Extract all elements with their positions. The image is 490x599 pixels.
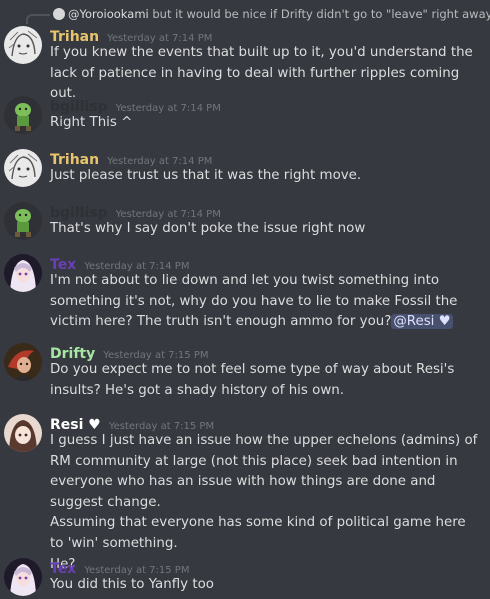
- message-line: Do you expect me to not feel some type o…: [50, 362, 455, 398]
- message-body: You did this to Yanfly too: [50, 575, 480, 596]
- sketch-face-avatar[interactable]: [4, 149, 42, 187]
- user-mention[interactable]: @Resi ♥: [391, 314, 453, 329]
- message-body: Just please trust us that it was the rig…: [50, 166, 480, 187]
- message-body: Right This ^: [50, 113, 480, 134]
- anime-girl-brown-hair-avatar[interactable]: [4, 414, 42, 452]
- message-body: I'm not about to lie down and let you tw…: [50, 271, 480, 333]
- chat-log: @Yoroiookami but it would be nice if Dri…: [0, 0, 490, 599]
- message-line: You did this to Yanfly too: [50, 577, 214, 592]
- message-line: That's why I say don't poke the issue ri…: [50, 221, 366, 236]
- message-body: That's why I say don't poke the issue ri…: [50, 219, 480, 240]
- message-line: Assuming that everyone has some kind of …: [50, 515, 466, 551]
- message-line: I'm not about to lie down and let you tw…: [50, 271, 480, 333]
- reply-body: but it would be nice if Drifty didn't go…: [148, 7, 490, 21]
- message-body: I guess I just have an issue how the upp…: [50, 431, 480, 576]
- reply-avatar: [53, 8, 65, 20]
- anime-girl-avatar[interactable]: [4, 254, 42, 292]
- reply-mention[interactable]: @Yoroiookami: [68, 7, 149, 21]
- reply-connector: [26, 14, 50, 24]
- green-goblin-avatar[interactable]: [4, 96, 42, 134]
- reply-text: @Yoroiookami but it would be nice if Dri…: [68, 7, 490, 21]
- message-line: I guess I just have an issue how the upp…: [50, 433, 478, 510]
- green-goblin-avatar[interactable]: [4, 202, 42, 240]
- red-character-avatar[interactable]: [4, 343, 42, 381]
- message-body: Do you expect me to not feel some type o…: [50, 360, 480, 401]
- message-line: Just please trust us that it was the rig…: [50, 168, 362, 183]
- reply-reference[interactable]: @Yoroiookami but it would be nice if Dri…: [0, 4, 490, 24]
- sketch-face-avatar[interactable]: [4, 26, 42, 64]
- anime-girl-avatar[interactable]: [4, 558, 42, 596]
- message-line: Right This ^: [50, 115, 133, 130]
